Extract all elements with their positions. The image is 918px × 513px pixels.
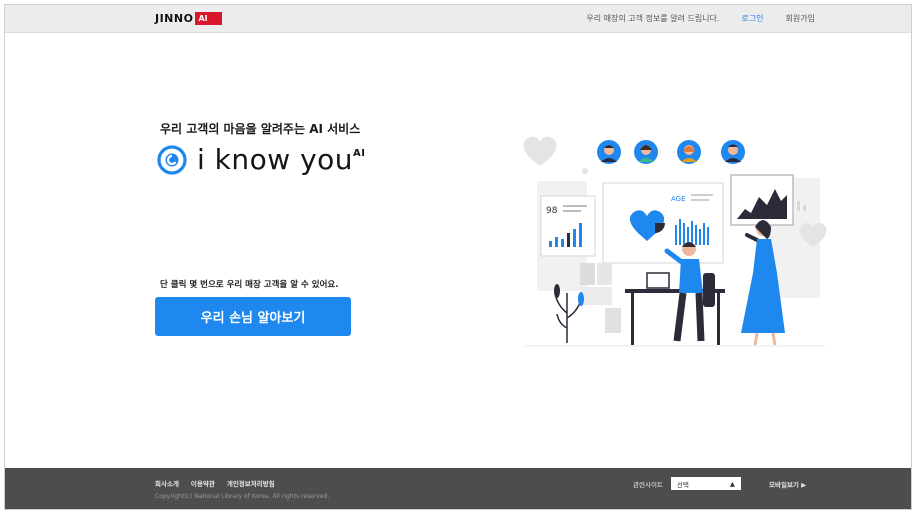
footer-link-privacy[interactable]: 개인정보처리방침 — [227, 478, 275, 488]
board-bar-7 — [699, 229, 701, 245]
board-bar-5 — [691, 221, 693, 245]
avatar-row — [597, 140, 745, 164]
related-sites-select[interactable]: 선택 ▲ — [670, 477, 741, 490]
hero-subcopy: 단 클릭 몇 번으로 우리 매장 고객을 알 수 있어요. — [160, 280, 339, 290]
card-left-bar-2 — [555, 237, 558, 247]
card-left-bar-6 — [579, 223, 582, 247]
related-sites-label: 관련사이트 — [633, 480, 663, 489]
brand-sup: AI — [353, 148, 366, 159]
related-sites: 관련사이트 선택 ▲ — [633, 477, 741, 490]
cta-button[interactable]: 우리 손님 알아보기 — [155, 297, 351, 336]
mobile-view-link[interactable]: 모바일보기 ▶ — [769, 479, 806, 489]
footer-links: 회사소개 이용약관 개인정보처리방침 — [155, 478, 275, 488]
bg-bar-right-1 — [797, 201, 800, 211]
site-footer: 회사소개 이용약관 개인정보처리방침 Copyright(c) National… — [5, 468, 911, 509]
top-header: JINNO AI 우리 매장의 고객 정보를 알려 드립니다. 로그인 회원가입 — [5, 5, 911, 33]
nav-signup[interactable]: 회원가입 — [786, 13, 815, 24]
age-label: AGE — [671, 195, 686, 203]
brand-lockup: i know youAI — [157, 145, 366, 175]
hero-headline: 우리 고객의 마음을 알려주는 AI 서비스 — [160, 122, 361, 136]
top-nav: 우리 매장의 고객 정보를 알려 드립니다. 로그인 회원가입 — [586, 13, 815, 24]
site-logo[interactable]: JINNO AI — [155, 11, 222, 25]
plant-icon — [554, 292, 582, 343]
board-bar-8 — [703, 223, 705, 245]
shelf-box-2 — [597, 263, 612, 285]
man-legs — [673, 292, 705, 342]
card-left-bar-5 — [573, 229, 576, 247]
bg-bar-right-2 — [803, 205, 806, 211]
card-left-bar-1 — [549, 241, 552, 247]
plant-leaf-2 — [578, 292, 584, 306]
brand-eye-icon — [157, 145, 187, 175]
related-select-value: 선택 — [676, 480, 689, 489]
card-left-text: 98 — [546, 206, 558, 216]
nav-login[interactable]: 로그인 — [741, 13, 763, 24]
board-bar-6 — [695, 225, 697, 245]
plant-leaf-1 — [554, 284, 560, 298]
bg-dot — [582, 168, 588, 174]
desk-leg-right — [717, 293, 720, 345]
shelf-box-3 — [580, 287, 612, 305]
board-bar-1 — [675, 225, 677, 245]
brand-name: i know youAI — [197, 145, 366, 175]
card-left-bar-4 — [567, 233, 570, 247]
board-bar-2 — [679, 219, 681, 245]
logo-badge: AI — [195, 11, 222, 25]
board-bar-9 — [707, 227, 709, 245]
card-left-bar-3 — [561, 239, 564, 247]
brand-name-text: i know you — [197, 143, 354, 176]
board-bar-3 — [683, 223, 685, 245]
heart-left-icon — [523, 136, 557, 166]
logo-text: JINNO — [155, 11, 194, 25]
laptop-icon — [646, 272, 670, 289]
shelf-box-1 — [580, 263, 595, 285]
woman-legs — [753, 332, 777, 346]
shelf-box-4 — [605, 308, 621, 333]
nav-store-info[interactable]: 우리 매장의 고객 정보를 알려 드립니다. — [586, 13, 719, 24]
footer-link-terms[interactable]: 이용약관 — [191, 478, 215, 488]
chair-back — [703, 273, 715, 307]
desk-leg-left — [631, 293, 634, 345]
footer-link-about[interactable]: 회사소개 — [155, 478, 179, 488]
caret-up-icon: ▲ — [729, 479, 735, 488]
copyright-text: Copyright(c) National Library of Korea. … — [155, 493, 330, 500]
page-frame: JINNO AI 우리 매장의 고객 정보를 알려 드립니다. 로그인 회원가입… — [4, 4, 912, 510]
hero-illustration: 98 AGE — [523, 136, 827, 347]
